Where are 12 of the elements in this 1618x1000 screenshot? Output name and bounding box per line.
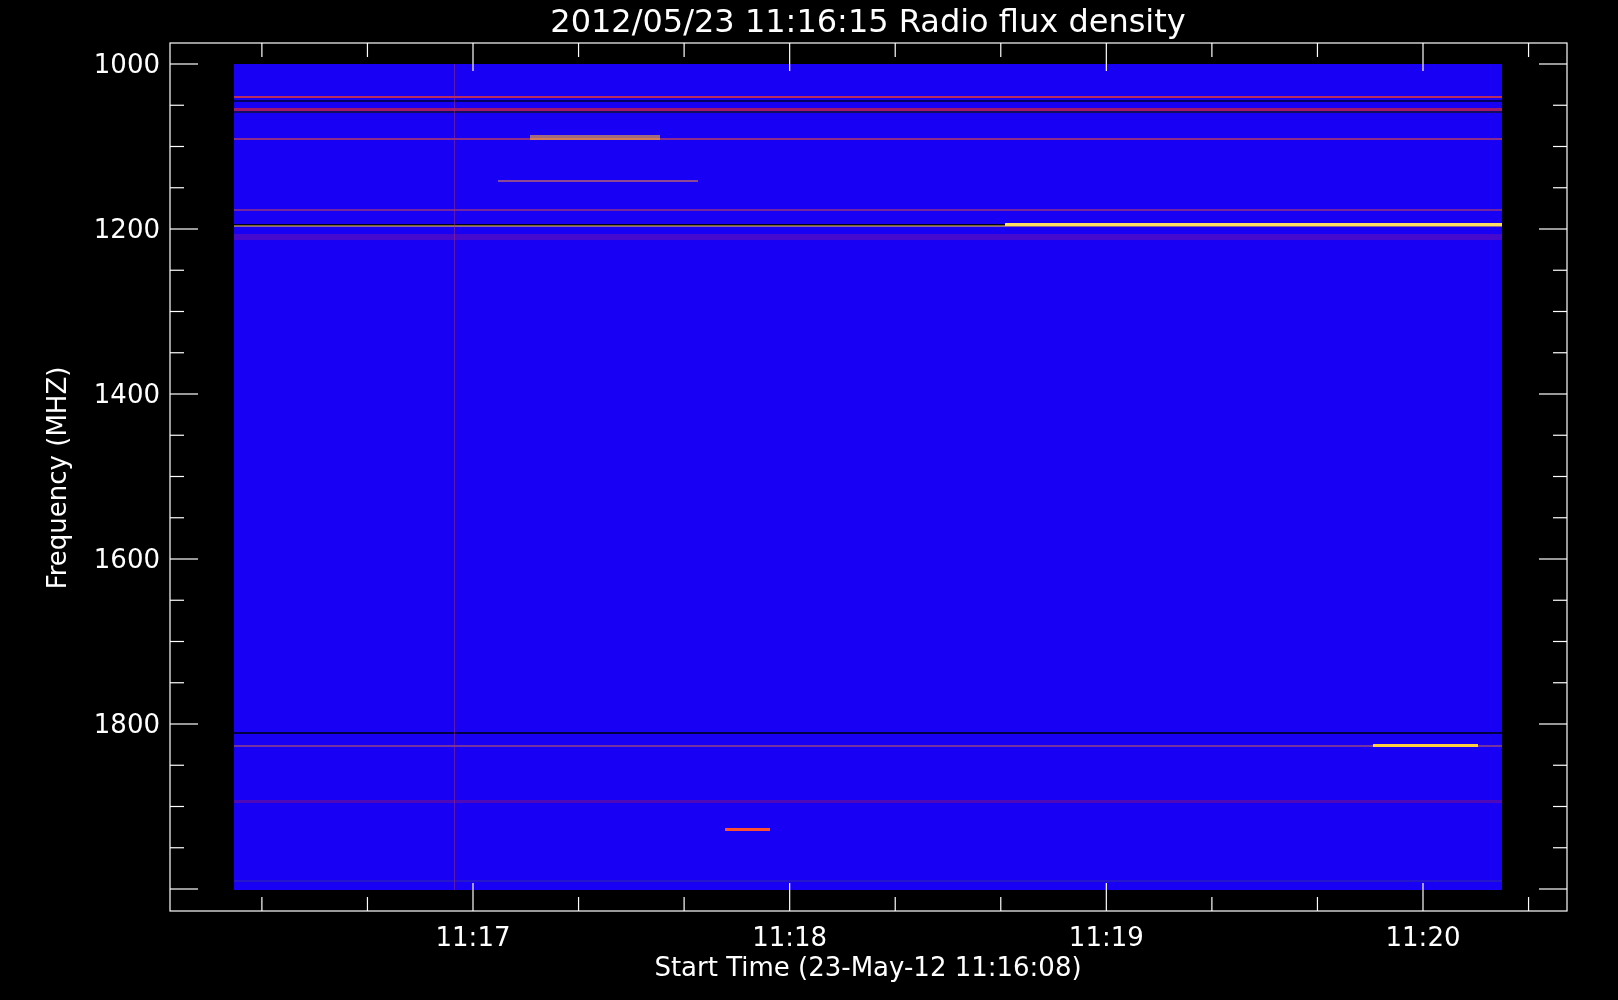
x-tick-label: 11:18 bbox=[752, 922, 828, 952]
x-tick-label: 11:17 bbox=[435, 922, 511, 952]
x-axis-title: Start Time (23-May-12 11:16:08) bbox=[654, 952, 1082, 982]
y-tick-label: 1600 bbox=[93, 544, 160, 574]
y-axis-title: Frequency (MHZ) bbox=[42, 366, 72, 590]
x-tick-label: 11:20 bbox=[1385, 922, 1461, 952]
y-tick-label: 1800 bbox=[93, 709, 160, 739]
x-tick-label: 11:19 bbox=[1068, 922, 1144, 952]
y-tick-label: 1400 bbox=[93, 379, 160, 409]
y-tick-label: 1000 bbox=[93, 49, 160, 79]
chart-title: 2012/05/23 11:16:15 Radio flux density bbox=[550, 2, 1186, 40]
y-tick-label: 1200 bbox=[93, 214, 160, 244]
